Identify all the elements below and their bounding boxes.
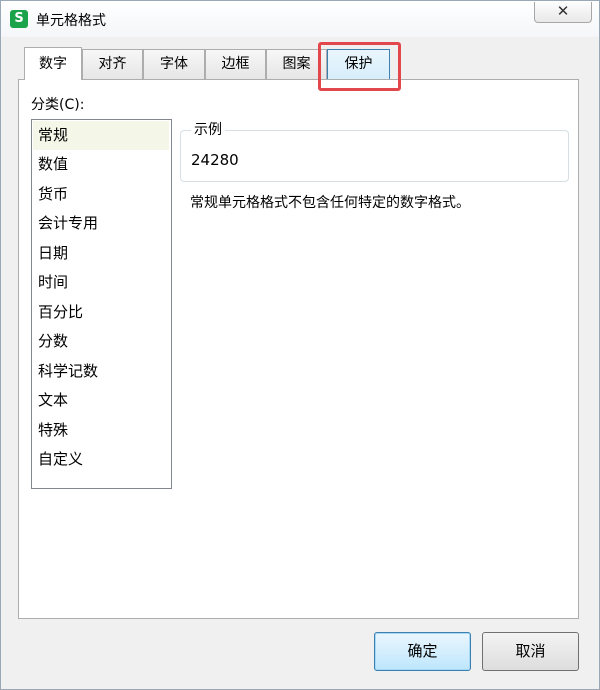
category-item-date[interactable]: 日期 [33, 239, 169, 268]
sample-legend: 示例 [191, 121, 225, 139]
close-icon: ✕ [556, 2, 570, 20]
category-item-general[interactable]: 常规 [33, 121, 169, 150]
category-item-time[interactable]: 时间 [33, 268, 169, 297]
wps-spreadsheet-icon: S [10, 10, 28, 28]
cancel-button[interactable]: 取消 [482, 632, 579, 671]
sample-value: 24280 [191, 151, 239, 169]
title-bar: S 单元格格式 ✕ [1, 1, 599, 37]
sample-group: 示例 24280 [180, 121, 569, 182]
tab-font[interactable]: 字体 [143, 49, 205, 79]
close-button[interactable]: ✕ [534, 2, 592, 23]
category-item-number[interactable]: 数值 [33, 150, 169, 179]
tab-pattern[interactable]: 图案 [266, 49, 327, 79]
tab-panel-number: 分类(C): 常规 数值 货币 会计专用 日期 时间 百分比 分数 科学记数 文… [18, 79, 579, 619]
category-list[interactable]: 常规 数值 货币 会计专用 日期 时间 百分比 分数 科学记数 文本 特殊 自定… [31, 119, 172, 489]
dialog-title: 单元格格式 [36, 13, 106, 29]
format-cells-dialog: S 单元格格式 ✕ 数字 对齐 字体 边框 图案 保护 分类(C): 常规 数值… [0, 0, 600, 690]
category-item-special[interactable]: 特殊 [33, 416, 169, 445]
category-item-currency[interactable]: 货币 [33, 180, 169, 209]
format-description: 常规单元格格式不包含任何特定的数字格式。 [190, 195, 470, 211]
category-label: 分类(C): [31, 97, 85, 113]
category-item-custom[interactable]: 自定义 [33, 445, 169, 474]
tab-alignment[interactable]: 对齐 [82, 49, 143, 79]
category-item-percentage[interactable]: 百分比 [33, 298, 169, 327]
ok-button[interactable]: 确定 [374, 632, 471, 671]
category-item-text[interactable]: 文本 [33, 386, 169, 415]
tab-number[interactable]: 数字 [24, 47, 82, 80]
tab-border[interactable]: 边框 [205, 49, 266, 79]
category-item-accounting[interactable]: 会计专用 [33, 209, 169, 238]
category-item-scientific[interactable]: 科学记数 [33, 357, 169, 386]
tab-protection[interactable]: 保护 [327, 49, 390, 79]
category-item-fraction[interactable]: 分数 [33, 327, 169, 356]
